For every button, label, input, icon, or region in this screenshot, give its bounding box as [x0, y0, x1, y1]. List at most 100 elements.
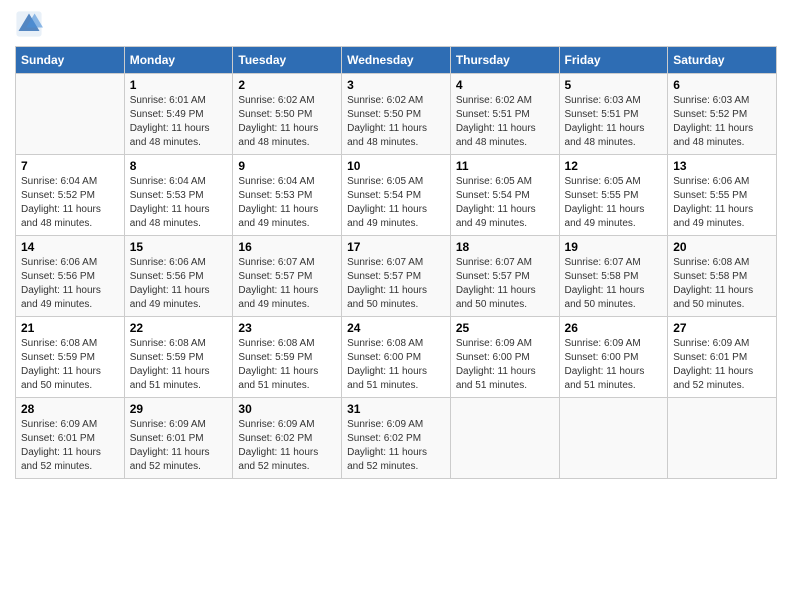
header-friday: Friday: [559, 47, 668, 74]
day-info: Sunrise: 6:03 AMSunset: 5:52 PMDaylight:…: [673, 94, 771, 150]
calendar-cell: 27Sunrise: 6:09 AMSunset: 6:01 PMDayligh…: [668, 317, 777, 398]
day-number: 19: [565, 240, 663, 254]
day-number: 20: [673, 240, 771, 254]
day-number: 4: [456, 78, 554, 92]
calendar-cell: 3 Sunrise: 6:02 AMSunset: 5:50 PMDaylight…: [342, 74, 451, 155]
calendar-cell: 26 Sunrise: 6:09 AMSunset: 6:00 PMDayligh…: [559, 317, 668, 398]
calendar-cell: [450, 398, 559, 479]
day-number: 14: [21, 240, 119, 254]
calendar-cell: 24Sunrise: 6:08 AMSunset: 6:00 PMDayligh…: [342, 317, 451, 398]
logo-icon: [15, 10, 43, 38]
calendar-cell: 9 Sunrise: 6:04 AMSunset: 5:53 PMDaylight…: [233, 155, 342, 236]
day-number: 7: [21, 159, 119, 173]
calendar-cell: 19 Sunrise: 6:07 AMSunset: 5:58 PMDayligh…: [559, 236, 668, 317]
calendar-cell: 30 Sunrise: 6:09 AMSunset: 6:02 PMDayligh…: [233, 398, 342, 479]
day-number: 25: [456, 321, 554, 335]
calendar-cell: 31 Sunrise: 6:09 AMSunset: 6:02 PMDayligh…: [342, 398, 451, 479]
calendar-cell: 23 Sunrise: 6:08 AMSunset: 5:59 PMDayligh…: [233, 317, 342, 398]
day-info: Sunrise: 6:02 AMSunset: 5:50 PMDaylight:…: [238, 94, 336, 150]
calendar-cell: 20Sunrise: 6:08 AMSunset: 5:58 PMDayligh…: [668, 236, 777, 317]
header-sunday: Sunday: [16, 47, 125, 74]
day-info: Sunrise: 6:04 AMSunset: 5:53 PMDaylight:…: [238, 175, 336, 231]
day-info: Sunrise: 6:05 AMSunset: 5:54 PMDaylight:…: [347, 175, 445, 231]
calendar-cell: [559, 398, 668, 479]
day-info: Sunrise: 6:06 AMSunset: 5:56 PMDaylight:…: [130, 256, 228, 312]
day-number: 10: [347, 159, 445, 173]
calendar-cell: 13 Sunrise: 6:06 AMSunset: 5:55 PMDayligh…: [668, 155, 777, 236]
calendar-cell: 28 Sunrise: 6:09 AMSunset: 6:01 PMDayligh…: [16, 398, 125, 479]
calendar-header-row: SundayMondayTuesdayWednesdayThursdayFrid…: [16, 47, 777, 74]
calendar-cell: 22 Sunrise: 6:08 AMSunset: 5:59 PMDayligh…: [124, 317, 233, 398]
calendar-cell: 15 Sunrise: 6:06 AMSunset: 5:56 PMDayligh…: [124, 236, 233, 317]
calendar-cell: 8 Sunrise: 6:04 AMSunset: 5:53 PMDaylight…: [124, 155, 233, 236]
calendar-cell: 18Sunrise: 6:07 AMSunset: 5:57 PMDayligh…: [450, 236, 559, 317]
day-number: 12: [565, 159, 663, 173]
calendar-cell: 1 Sunrise: 6:01 AMSunset: 5:49 PMDaylight…: [124, 74, 233, 155]
calendar-cell: 12 Sunrise: 6:05 AMSunset: 5:55 PMDayligh…: [559, 155, 668, 236]
day-number: 28: [21, 402, 119, 416]
day-number: 9: [238, 159, 336, 173]
day-info: Sunrise: 6:05 AMSunset: 5:55 PMDaylight:…: [565, 175, 663, 231]
day-info: Sunrise: 6:06 AMSunset: 5:56 PMDaylight:…: [21, 256, 119, 312]
day-number: 21: [21, 321, 119, 335]
calendar-cell: 21 Sunrise: 6:08 AMSunset: 5:59 PMDayligh…: [16, 317, 125, 398]
calendar-cell: [16, 74, 125, 155]
day-info: Sunrise: 6:02 AMSunset: 5:51 PMDaylight:…: [456, 94, 554, 150]
calendar-cell: 7 Sunrise: 6:04 AMSunset: 5:52 PMDaylight…: [16, 155, 125, 236]
day-info: Sunrise: 6:01 AMSunset: 5:49 PMDaylight:…: [130, 94, 228, 150]
calendar-cell: 10 Sunrise: 6:05 AMSunset: 5:54 PMDayligh…: [342, 155, 451, 236]
calendar-week-row: 7 Sunrise: 6:04 AMSunset: 5:52 PMDaylight…: [16, 155, 777, 236]
day-number: 26: [565, 321, 663, 335]
day-info: Sunrise: 6:09 AMSunset: 6:02 PMDaylight:…: [347, 418, 445, 474]
day-number: 6: [673, 78, 771, 92]
day-number: 3: [347, 78, 445, 92]
header-saturday: Saturday: [668, 47, 777, 74]
day-number: 15: [130, 240, 228, 254]
day-info: Sunrise: 6:09 AMSunset: 6:00 PMDaylight:…: [565, 337, 663, 393]
day-number: 27: [673, 321, 771, 335]
calendar-week-row: 21 Sunrise: 6:08 AMSunset: 5:59 PMDayligh…: [16, 317, 777, 398]
calendar-cell: 11 Sunrise: 6:05 AMSunset: 5:54 PMDayligh…: [450, 155, 559, 236]
day-number: 31: [347, 402, 445, 416]
calendar-cell: 5 Sunrise: 6:03 AMSunset: 5:51 PMDaylight…: [559, 74, 668, 155]
day-number: 11: [456, 159, 554, 173]
header-monday: Monday: [124, 47, 233, 74]
day-number: 30: [238, 402, 336, 416]
calendar-table: SundayMondayTuesdayWednesdayThursdayFrid…: [15, 46, 777, 479]
day-info: Sunrise: 6:07 AMSunset: 5:57 PMDaylight:…: [238, 256, 336, 312]
day-info: Sunrise: 6:03 AMSunset: 5:51 PMDaylight:…: [565, 94, 663, 150]
day-info: Sunrise: 6:04 AMSunset: 5:53 PMDaylight:…: [130, 175, 228, 231]
day-number: 1: [130, 78, 228, 92]
day-info: Sunrise: 6:09 AMSunset: 6:01 PMDaylight:…: [21, 418, 119, 474]
day-info: Sunrise: 6:06 AMSunset: 5:55 PMDaylight:…: [673, 175, 771, 231]
day-info: Sunrise: 6:07 AMSunset: 5:57 PMDaylight:…: [347, 256, 445, 312]
calendar-week-row: 28 Sunrise: 6:09 AMSunset: 6:01 PMDayligh…: [16, 398, 777, 479]
header-wednesday: Wednesday: [342, 47, 451, 74]
day-number: 5: [565, 78, 663, 92]
day-number: 8: [130, 159, 228, 173]
day-number: 13: [673, 159, 771, 173]
day-number: 17: [347, 240, 445, 254]
day-info: Sunrise: 6:09 AMSunset: 6:02 PMDaylight:…: [238, 418, 336, 474]
calendar-cell: 2 Sunrise: 6:02 AMSunset: 5:50 PMDaylight…: [233, 74, 342, 155]
day-info: Sunrise: 6:05 AMSunset: 5:54 PMDaylight:…: [456, 175, 554, 231]
day-info: Sunrise: 6:08 AMSunset: 5:59 PMDaylight:…: [130, 337, 228, 393]
header-tuesday: Tuesday: [233, 47, 342, 74]
day-number: 2: [238, 78, 336, 92]
day-info: Sunrise: 6:07 AMSunset: 5:57 PMDaylight:…: [456, 256, 554, 312]
day-info: Sunrise: 6:08 AMSunset: 6:00 PMDaylight:…: [347, 337, 445, 393]
day-info: Sunrise: 6:08 AMSunset: 5:59 PMDaylight:…: [238, 337, 336, 393]
page-header: [15, 10, 777, 38]
day-number: 22: [130, 321, 228, 335]
calendar-cell: 4 Sunrise: 6:02 AMSunset: 5:51 PMDaylight…: [450, 74, 559, 155]
calendar-cell: 25 Sunrise: 6:09 AMSunset: 6:00 PMDayligh…: [450, 317, 559, 398]
day-number: 16: [238, 240, 336, 254]
day-info: Sunrise: 6:02 AMSunset: 5:50 PMDaylight:…: [347, 94, 445, 150]
day-number: 23: [238, 321, 336, 335]
day-info: Sunrise: 6:04 AMSunset: 5:52 PMDaylight:…: [21, 175, 119, 231]
day-info: Sunrise: 6:08 AMSunset: 5:59 PMDaylight:…: [21, 337, 119, 393]
day-number: 29: [130, 402, 228, 416]
day-info: Sunrise: 6:07 AMSunset: 5:58 PMDaylight:…: [565, 256, 663, 312]
calendar-cell: [668, 398, 777, 479]
day-info: Sunrise: 6:09 AMSunset: 6:00 PMDaylight:…: [456, 337, 554, 393]
